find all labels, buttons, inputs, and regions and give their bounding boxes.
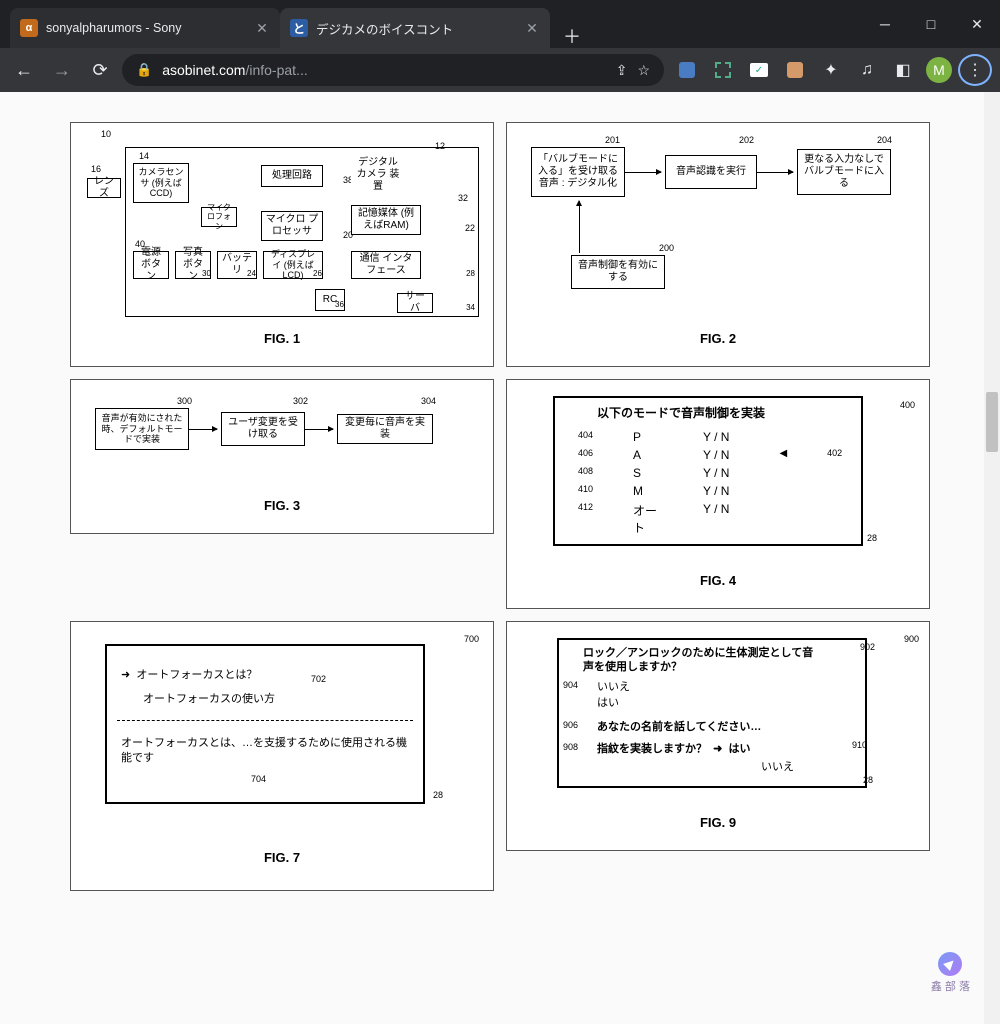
figure-9: 900 902 ロック／アンロックのために生体測定として音声を使用しますか？ 9… bbox=[506, 621, 930, 851]
favicon-alpha-icon: α bbox=[20, 19, 38, 37]
close-icon[interactable]: ✕ bbox=[254, 20, 270, 36]
extensions-icon[interactable]: ✦ bbox=[814, 54, 848, 86]
figure-2: 201 「バルブモードに入る」を受け取る 音声 : デジタル化 202 音声認識… bbox=[506, 122, 930, 367]
avatar[interactable]: M bbox=[922, 54, 956, 86]
figure-4: 400 以下のモードで音声制御を実装 404PY / N 406AY / N◀4… bbox=[506, 379, 930, 609]
page-content: 10 12 レンズ 16 カメラセンサ (例えばCCD) 14 マイクロフォン … bbox=[0, 92, 1000, 1024]
star-icon[interactable]: ☆ bbox=[637, 62, 650, 79]
new-tab-button[interactable]: ＋ bbox=[556, 16, 588, 56]
tab-strip: α sonyalpharumors - Sony ✕ と デジカメのボイスコント… bbox=[0, 0, 862, 48]
tab-title: デジカメのボイスコント bbox=[316, 19, 516, 38]
lock-icon: 🔒 bbox=[136, 62, 152, 78]
tab-2-active[interactable]: と デジカメのボイスコント ✕ bbox=[280, 8, 550, 48]
fig3-caption: FIG. 3 bbox=[71, 490, 493, 525]
maximize-icon[interactable]: □ bbox=[908, 0, 954, 48]
tab-1[interactable]: α sonyalpharumors - Sony ✕ bbox=[10, 8, 280, 48]
scrollbar[interactable] bbox=[984, 92, 1000, 1024]
ext-icon-1[interactable] bbox=[670, 54, 704, 86]
panel-icon[interactable]: ◧ bbox=[886, 54, 920, 86]
extension-icons: ✓ ✦ ♫ ◧ M ⋮ bbox=[670, 54, 992, 86]
media-icon[interactable]: ♫ bbox=[850, 54, 884, 86]
favicon-to-icon: と bbox=[290, 19, 308, 37]
share-icon[interactable]: ⇪ bbox=[616, 62, 628, 79]
watermark: 鑫 部 落 bbox=[931, 952, 970, 994]
fig7-caption: FIG. 7 bbox=[71, 842, 493, 877]
figure-1: 10 12 レンズ 16 カメラセンサ (例えばCCD) 14 マイクロフォン … bbox=[70, 122, 494, 367]
back-button[interactable]: ← bbox=[8, 54, 40, 86]
figure-7: 700 ➜ オートフォーカスとは？ 702 オートフォーカスの使い方 オートフォ… bbox=[70, 621, 494, 891]
tab-title: sonyalpharumors - Sony bbox=[46, 21, 246, 35]
close-window-icon[interactable]: ✕ bbox=[954, 0, 1000, 48]
window-controls: ─ □ ✕ bbox=[862, 0, 1000, 48]
fig1-caption: FIG. 1 bbox=[71, 323, 493, 358]
close-icon[interactable]: ✕ bbox=[524, 20, 540, 36]
ext-icon-4[interactable] bbox=[778, 54, 812, 86]
fig9-caption: FIG. 9 bbox=[507, 807, 929, 842]
ext-icon-2[interactable] bbox=[706, 54, 740, 86]
forward-button[interactable]: → bbox=[46, 54, 78, 86]
ext-icon-3[interactable]: ✓ bbox=[742, 54, 776, 86]
fig4-caption: FIG. 4 bbox=[507, 565, 929, 600]
figure-3: 300 音声が有効にされた時、デフォルトモードで実装 302 ユーザ変更を受け取… bbox=[70, 379, 494, 534]
titlebar: α sonyalpharumors - Sony ✕ と デジカメのボイスコント… bbox=[0, 0, 1000, 48]
toolbar: ← → ⟳ 🔒 asobinet.com/info-pat... ⇪ ☆ ✓ ✦… bbox=[0, 48, 1000, 92]
minimize-icon[interactable]: ─ bbox=[862, 0, 908, 48]
menu-button[interactable]: ⋮ bbox=[958, 54, 992, 86]
scrollbar-thumb[interactable] bbox=[986, 392, 998, 452]
watermark-icon bbox=[938, 952, 962, 976]
url-text: asobinet.com/info-pat... bbox=[162, 62, 606, 78]
address-bar[interactable]: 🔒 asobinet.com/info-pat... ⇪ ☆ bbox=[122, 54, 664, 86]
fig2-caption: FIG. 2 bbox=[507, 323, 929, 358]
reload-button[interactable]: ⟳ bbox=[84, 54, 116, 86]
